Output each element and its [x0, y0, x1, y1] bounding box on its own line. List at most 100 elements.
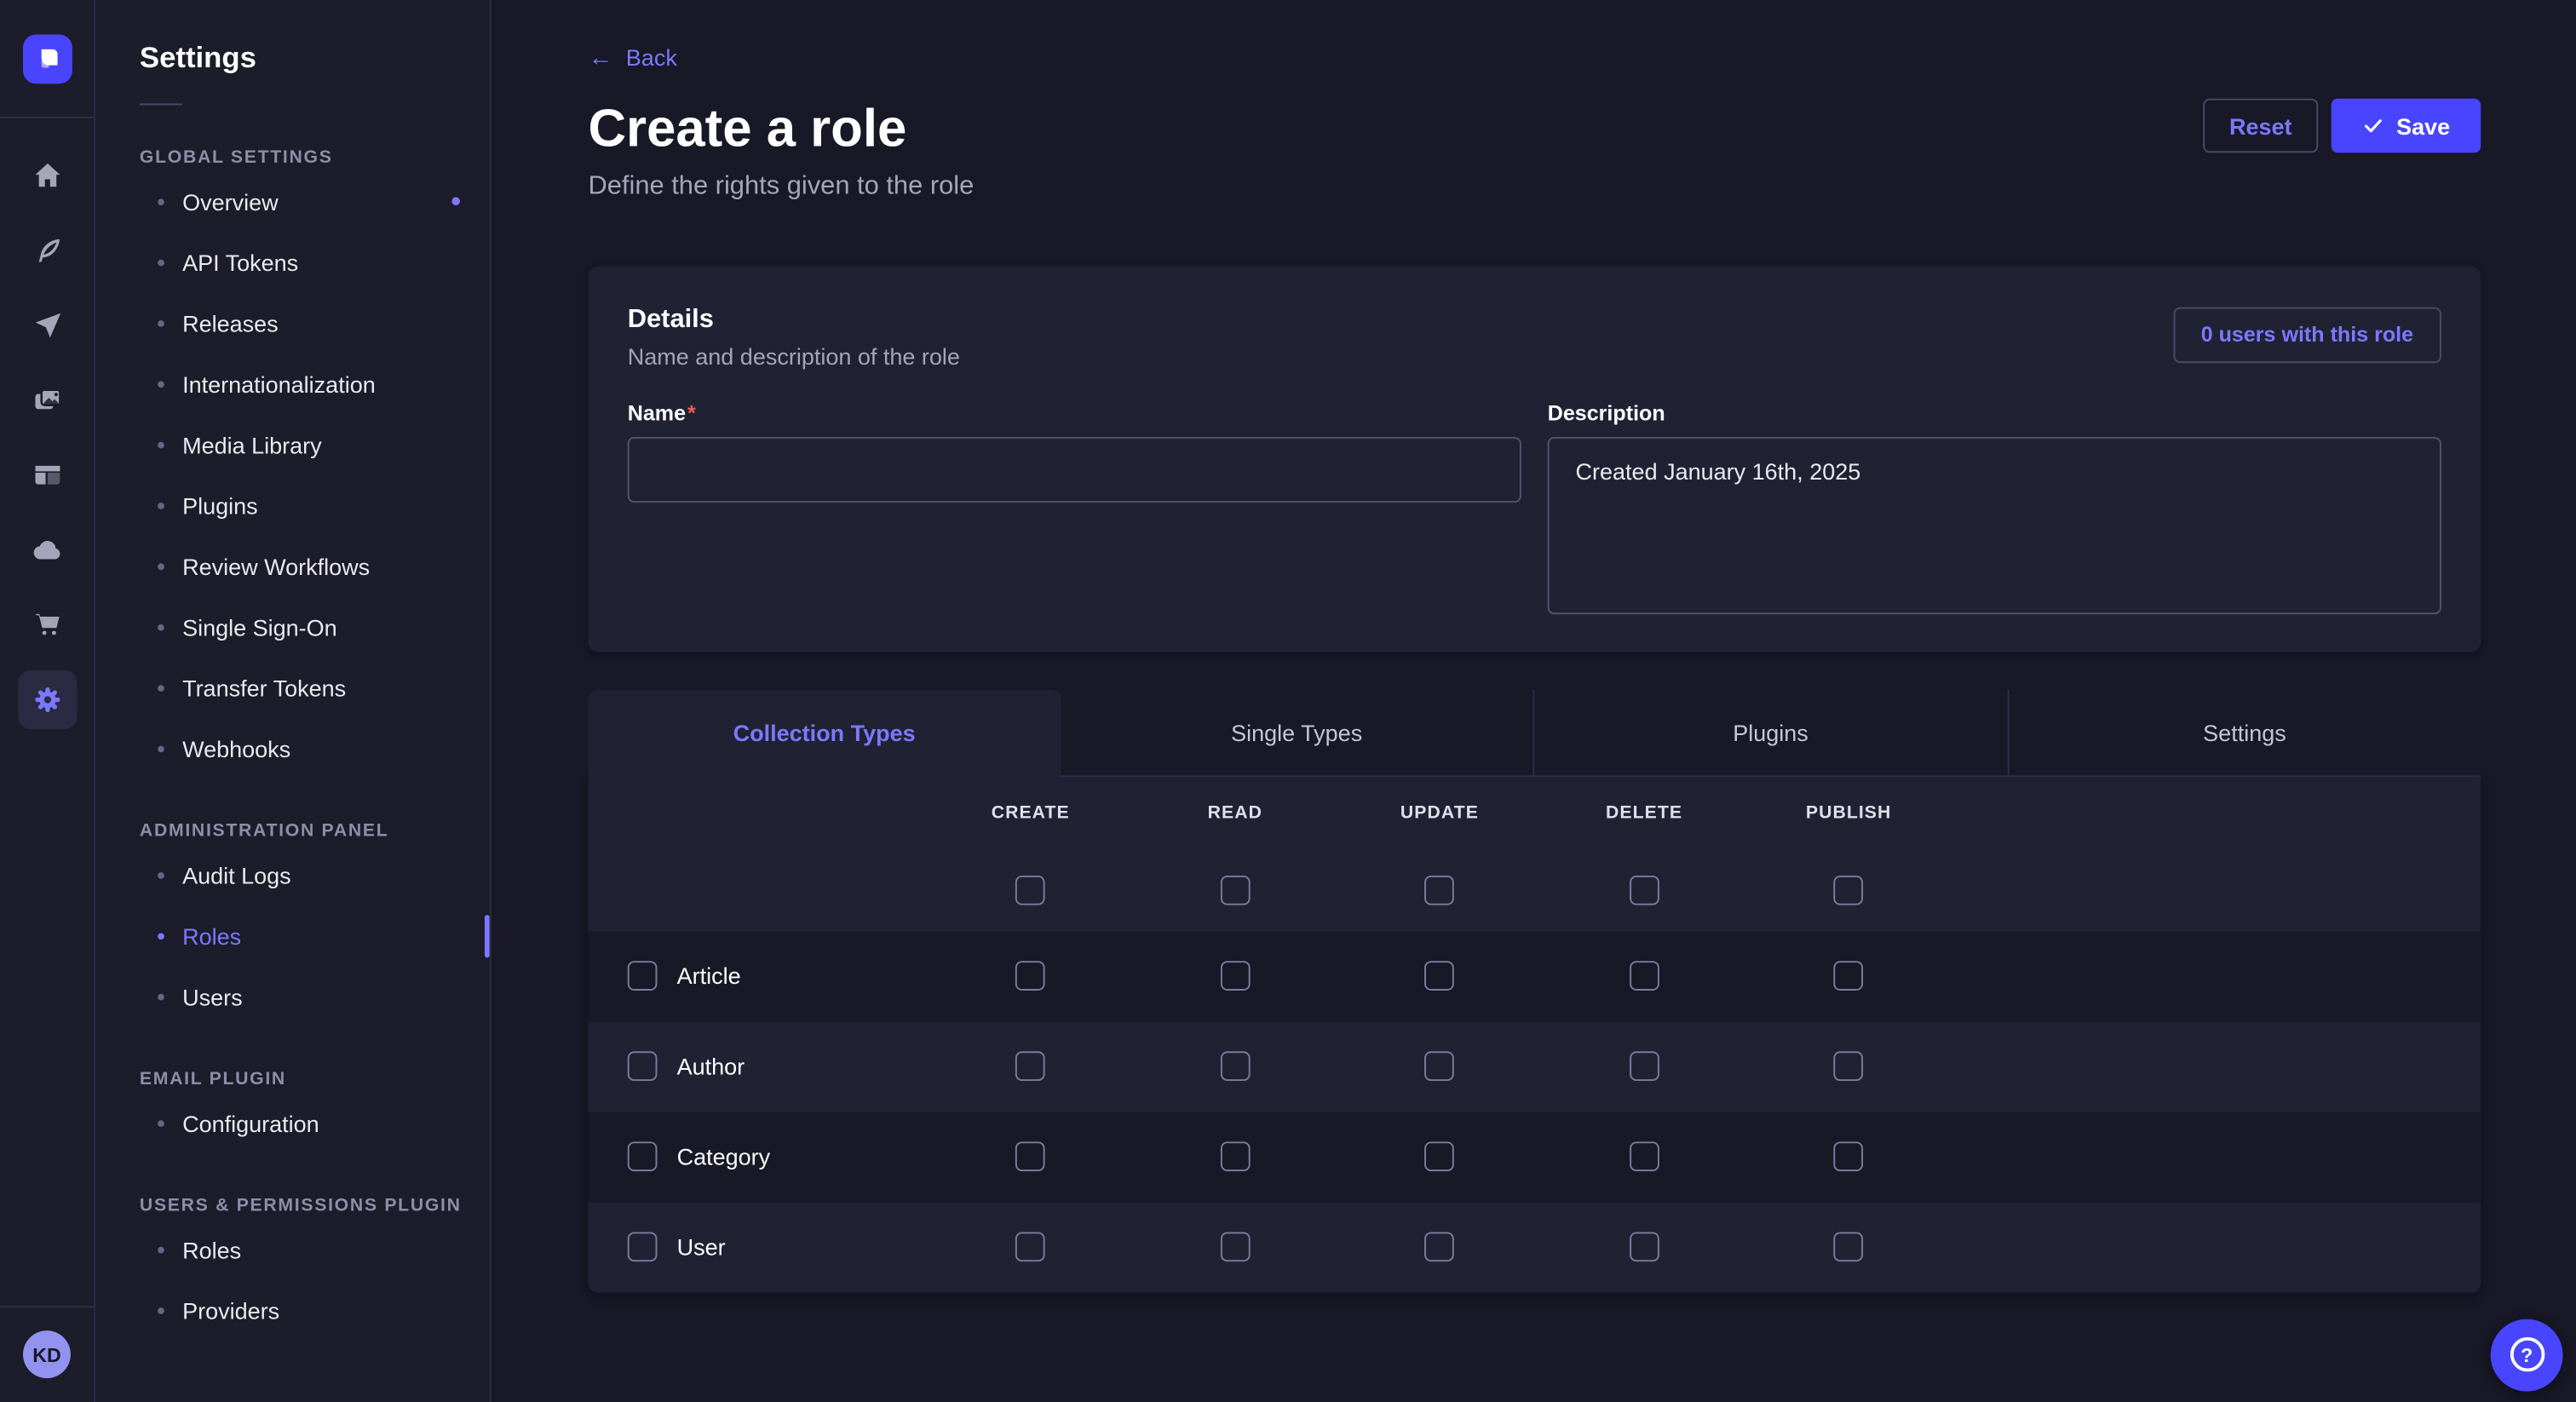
checkbox-article-delete[interactable] [1630, 961, 1659, 991]
sidebar-item-label: Review Workflows [182, 553, 370, 579]
bullet-icon [158, 441, 164, 448]
checkbox-article-create[interactable] [1015, 961, 1045, 991]
checkbox-category-delete[interactable] [1630, 1141, 1659, 1171]
nav-rail-header [0, 0, 94, 118]
row-label: User [677, 1233, 726, 1260]
checkbox-author-create[interactable] [1015, 1051, 1045, 1081]
bullet-icon [158, 563, 164, 570]
sidebar-item-internationalization[interactable]: Internationalization [140, 353, 490, 414]
section-label-global-settings: GLOBAL SETTINGS [140, 145, 490, 171]
strapi-logo[interactable] [22, 34, 72, 83]
media-library-icon[interactable] [17, 371, 76, 429]
sidebar-item-webhooks[interactable]: Webhooks [140, 718, 490, 779]
sidebar-item-label: Roles [182, 1236, 241, 1262]
sidebar-item-label: Releases [182, 310, 279, 336]
cloud-icon[interactable] [17, 520, 76, 578]
subnav-title: Settings [140, 41, 490, 76]
checkbox-article-read[interactable] [1220, 961, 1250, 991]
checkbox-article-publish[interactable] [1834, 961, 1864, 991]
checkbox-select-all-create[interactable] [1015, 875, 1045, 905]
sidebar-item-up-roles[interactable]: Roles [140, 1219, 490, 1279]
column-header-create: CREATE [929, 802, 1133, 842]
sidebar-item-transfer-tokens[interactable]: Transfer Tokens [140, 657, 490, 717]
name-input[interactable] [628, 436, 1521, 502]
bullet-icon [158, 1246, 164, 1253]
sidebar-item-label: Users [182, 983, 243, 1009]
sidebar-item-users[interactable]: Users [140, 966, 490, 1026]
sidebar-item-providers[interactable]: Providers [140, 1279, 490, 1340]
row-label: Category [677, 1143, 771, 1169]
checkbox-select-all-publish[interactable] [1834, 875, 1864, 905]
permissions-tabs: Collection Types Single Types Plugins Se… [588, 689, 2481, 776]
checkbox-author-publish[interactable] [1834, 1051, 1864, 1081]
save-button[interactable]: Save [2332, 99, 2481, 153]
sidebar-item-roles[interactable]: Roles [140, 905, 490, 966]
sidebar-item-releases[interactable]: Releases [140, 292, 490, 353]
home-icon[interactable] [17, 147, 76, 205]
tab-single-types[interactable]: Single Types [1061, 689, 1532, 776]
checkbox-user-all[interactable] [628, 1232, 658, 1261]
avatar[interactable]: KD [23, 1330, 71, 1378]
table-row-author: Author [588, 1021, 2481, 1112]
checkbox-author-read[interactable] [1220, 1051, 1250, 1081]
bullet-icon [158, 684, 164, 691]
bullet-icon [158, 993, 164, 1000]
sidebar-item-overview[interactable]: Overview [140, 171, 490, 232]
checkbox-category-update[interactable] [1425, 1141, 1455, 1171]
cart-icon[interactable] [17, 595, 76, 653]
bullet-icon [158, 198, 164, 204]
feather-icon[interactable] [17, 221, 76, 279]
description-label: Description [1548, 400, 2441, 425]
settings-subnav: Settings GLOBAL SETTINGS Overview API To… [95, 0, 492, 1402]
reset-button[interactable]: Reset [2203, 99, 2318, 153]
checkbox-author-all[interactable] [628, 1051, 658, 1081]
section-label-administration-panel: ADMINISTRATION PANEL [140, 818, 490, 844]
page-subtitle: Define the rights given to the role [588, 172, 2481, 202]
users-with-role-button[interactable]: 0 users with this role [2173, 307, 2441, 363]
name-label: Name* [628, 400, 1521, 425]
checkbox-user-read[interactable] [1220, 1232, 1250, 1261]
checkbox-select-all-read[interactable] [1220, 875, 1250, 905]
notification-dot [451, 197, 460, 205]
checkbox-user-delete[interactable] [1630, 1232, 1659, 1261]
description-textarea[interactable]: Created January 16th, 2025 [1548, 436, 2441, 613]
checkbox-category-all[interactable] [628, 1141, 658, 1171]
checkbox-select-all-delete[interactable] [1630, 875, 1659, 905]
help-button[interactable]: ? [2491, 1319, 2563, 1391]
checkbox-article-update[interactable] [1425, 961, 1455, 991]
sidebar-item-plugins[interactable]: Plugins [140, 474, 490, 535]
table-row-user: User [588, 1202, 2481, 1292]
sidebar-item-label: Plugins [182, 492, 258, 519]
table-row-category: Category [588, 1112, 2481, 1202]
checkbox-author-delete[interactable] [1630, 1051, 1659, 1081]
sidebar-item-audit-logs[interactable]: Audit Logs [140, 844, 490, 905]
sidebar-item-configuration[interactable]: Configuration [140, 1093, 490, 1153]
nav-rail: KD [0, 0, 95, 1402]
checkbox-category-read[interactable] [1220, 1141, 1250, 1171]
tab-settings[interactable]: Settings [2007, 689, 2481, 776]
checkbox-user-update[interactable] [1425, 1232, 1455, 1261]
tab-collection-types[interactable]: Collection Types [588, 689, 1060, 776]
column-header-read: READ [1133, 802, 1337, 842]
checkbox-category-create[interactable] [1015, 1141, 1045, 1171]
sidebar-item-label: Webhooks [182, 735, 290, 761]
paper-plane-icon[interactable] [17, 296, 76, 354]
bullet-icon [158, 623, 164, 630]
checkbox-author-update[interactable] [1425, 1051, 1455, 1081]
checkbox-user-create[interactable] [1015, 1232, 1045, 1261]
back-link[interactable]: ← Back [588, 44, 676, 71]
check-icon [2362, 115, 2383, 136]
nav-rail-footer: KD [0, 1305, 94, 1402]
settings-gear-icon[interactable] [17, 669, 76, 728]
sidebar-item-media-library[interactable]: Media Library [140, 414, 490, 474]
tab-plugins[interactable]: Plugins [1532, 689, 2006, 776]
sidebar-item-api-tokens[interactable]: API Tokens [140, 232, 490, 292]
checkbox-article-all[interactable] [628, 961, 658, 991]
checkbox-user-publish[interactable] [1834, 1232, 1864, 1261]
checkbox-category-publish[interactable] [1834, 1141, 1864, 1171]
sidebar-item-review-workflows[interactable]: Review Workflows [140, 536, 490, 596]
checkbox-select-all-update[interactable] [1425, 875, 1455, 905]
layout-icon[interactable] [17, 445, 76, 504]
sidebar-item-single-sign-on[interactable]: Single Sign-On [140, 596, 490, 657]
subnav-divider [140, 104, 182, 106]
